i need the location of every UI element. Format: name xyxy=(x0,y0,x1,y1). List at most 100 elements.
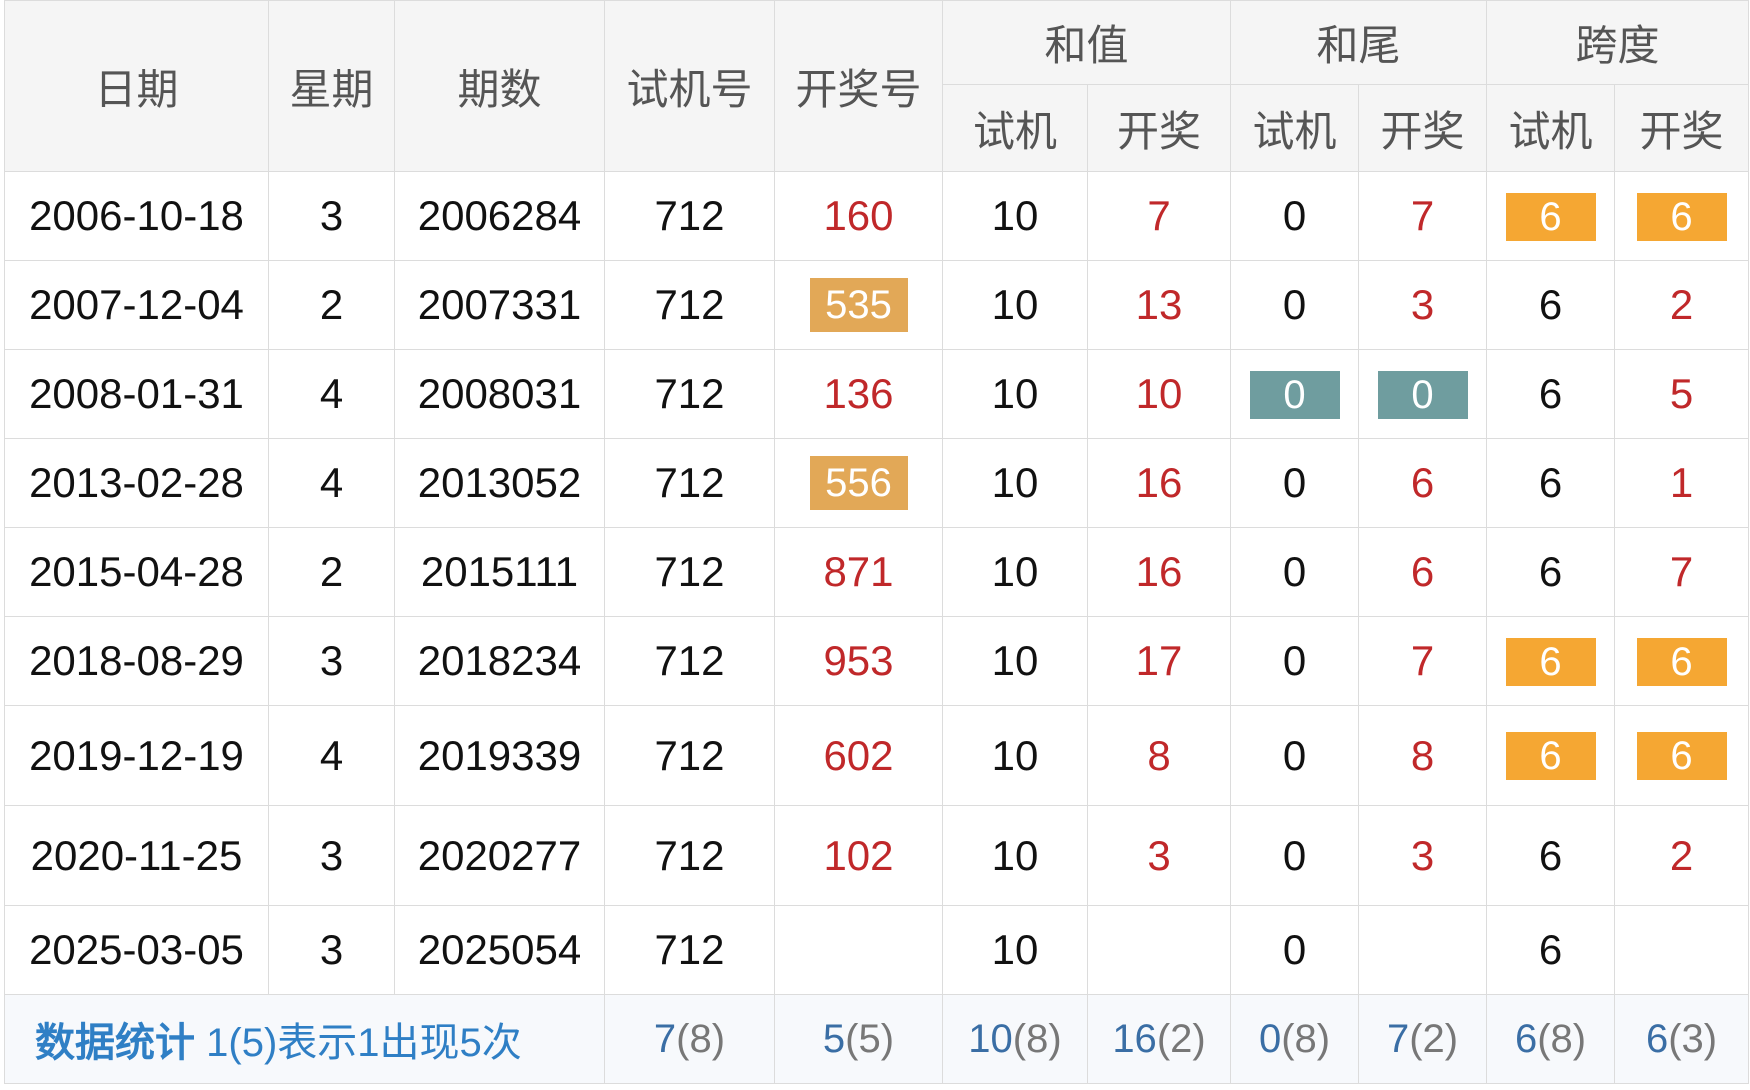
cell-tail-draw: 6 xyxy=(1358,527,1488,617)
cell-issue: 2007331 xyxy=(394,260,605,350)
cell-tail-trial: 0 xyxy=(1230,171,1360,261)
stat-count: (5) xyxy=(845,1016,895,1061)
cell-weekday: 3 xyxy=(268,805,395,906)
cell-sum-trial: 10 xyxy=(942,905,1088,995)
cell-weekday: 3 xyxy=(268,905,395,995)
tail-match-badge: 0 xyxy=(1249,370,1340,419)
cell-date: 2019-12-19 xyxy=(4,705,269,806)
stat-value: 6 xyxy=(1645,1016,1669,1061)
cell-sum-trial: 10 xyxy=(942,527,1088,617)
table-row: 2018-08-29 3 2018234 712 953 10 17 0 7 6… xyxy=(4,616,1750,706)
cell-sum-draw: 16 xyxy=(1086,527,1232,617)
stat-count: (2) xyxy=(1409,1016,1459,1061)
cell-tail-trial: 0 xyxy=(1230,616,1360,706)
cell-sum-draw: 16 xyxy=(1086,438,1232,528)
header-trial: 试机号 xyxy=(604,0,775,172)
table-body: 2006-10-18 3 2006284 712 160 10 7 0 7 6 … xyxy=(4,171,1750,995)
cell-span-draw: 1 xyxy=(1614,438,1750,528)
cell-issue: 2006284 xyxy=(394,171,605,261)
cell-draw: 871 xyxy=(774,527,943,617)
cell-weekday: 2 xyxy=(268,527,395,617)
cell-span-trial: 6 xyxy=(1486,171,1616,261)
table-row: 2008-01-31 4 2008031 712 136 10 10 0 0 6… xyxy=(4,349,1750,439)
stat-value: 6 xyxy=(1514,1016,1538,1061)
table-row: 2007-12-04 2 2007331 712 535 10 13 0 3 6… xyxy=(4,260,1750,350)
cell-issue: 2018234 xyxy=(394,616,605,706)
cell-date: 2015-04-28 xyxy=(4,527,269,617)
cell-weekday: 3 xyxy=(268,171,395,261)
stats-note: 1(5)表示1出现5次 xyxy=(206,1021,522,1065)
cell-sum-trial: 10 xyxy=(942,260,1088,350)
cell-issue: 2025054 xyxy=(394,905,605,995)
cell-tail-draw: 8 xyxy=(1358,705,1488,806)
cell-tail-draw: 3 xyxy=(1358,260,1488,350)
cell-tail-draw: 3 xyxy=(1358,805,1488,906)
stat-count: (8) xyxy=(1537,1016,1587,1061)
cell-tail-draw: 0 xyxy=(1358,349,1488,439)
cell-weekday: 4 xyxy=(268,349,395,439)
cell-trial: 712 xyxy=(604,805,775,906)
header-draw: 开奖号 xyxy=(774,0,943,172)
stat-tail-trial: 0(8) xyxy=(1230,994,1360,1084)
cell-date: 2018-08-29 xyxy=(4,616,269,706)
cell-tail-trial: 0 xyxy=(1230,805,1360,906)
cell-tail-draw: 6 xyxy=(1358,438,1488,528)
table-row: 2006-10-18 3 2006284 712 160 10 7 0 7 6 … xyxy=(4,171,1750,261)
cell-sum-trial: 10 xyxy=(942,705,1088,806)
span-match-badge: 6 xyxy=(1636,637,1727,686)
cell-sum-draw: 10 xyxy=(1086,349,1232,439)
stat-value: 7 xyxy=(1386,1016,1410,1061)
cell-trial: 712 xyxy=(604,260,775,350)
cell-issue: 2019339 xyxy=(394,705,605,806)
header-span-trial: 试机 xyxy=(1486,84,1616,172)
stats-footer: 数据统计 1(5)表示1出现5次 7(8) 5(5) 10(8) 16(2) 0… xyxy=(4,994,1750,1084)
cell-span-draw: 7 xyxy=(1614,527,1750,617)
stat-span-trial: 6(8) xyxy=(1486,994,1616,1084)
stat-value: 16 xyxy=(1112,1016,1157,1061)
cell-span-trial: 6 xyxy=(1486,260,1616,350)
span-match-badge: 6 xyxy=(1636,732,1727,780)
cell-trial: 712 xyxy=(604,171,775,261)
cell-issue: 2008031 xyxy=(394,349,605,439)
stat-count: (8) xyxy=(1281,1016,1331,1061)
cell-draw xyxy=(774,905,943,995)
cell-span-draw: 6 xyxy=(1614,171,1750,261)
stat-span-draw: 6(3) xyxy=(1614,994,1750,1084)
table-row: 2019-12-19 4 2019339 712 602 10 8 0 8 6 … xyxy=(4,705,1750,806)
cell-tail-trial: 0 xyxy=(1230,905,1360,995)
cell-sum-trial: 10 xyxy=(942,438,1088,528)
cell-sum-draw: 17 xyxy=(1086,616,1232,706)
cell-sum-trial: 10 xyxy=(942,805,1088,906)
cell-draw: 136 xyxy=(774,349,943,439)
stat-value: 7 xyxy=(653,1016,677,1061)
stat-sum-draw: 16(2) xyxy=(1086,994,1232,1084)
cell-span-draw: 2 xyxy=(1614,260,1750,350)
cell-tail-draw: 7 xyxy=(1358,616,1488,706)
cell-tail-trial: 0 xyxy=(1230,260,1360,350)
draw-badge: 535 xyxy=(809,278,908,332)
tail-match-badge: 0 xyxy=(1377,370,1468,419)
cell-draw: 102 xyxy=(774,805,943,906)
cell-tail-trial: 0 xyxy=(1230,349,1360,439)
cell-span-trial: 6 xyxy=(1486,616,1616,706)
stats-title-link[interactable]: 数据统计 xyxy=(35,1021,195,1065)
header-span-group: 跨度 xyxy=(1486,0,1750,85)
header-span-draw: 开奖 xyxy=(1614,84,1750,172)
cell-span-trial: 6 xyxy=(1486,527,1616,617)
cell-span-trial: 6 xyxy=(1486,705,1616,806)
header-issue: 期数 xyxy=(394,0,605,172)
stat-tail-draw: 7(2) xyxy=(1358,994,1488,1084)
stat-count: (8) xyxy=(676,1016,726,1061)
cell-span-draw: 2 xyxy=(1614,805,1750,906)
header-sum-trial: 试机 xyxy=(942,84,1088,172)
header-tail-draw: 开奖 xyxy=(1358,84,1488,172)
cell-weekday: 3 xyxy=(268,616,395,706)
lottery-trial-table: 日期 星期 期数 试机号 开奖号 和值 和尾 跨度 试机 开奖 试机 开奖 试机… xyxy=(4,0,1750,1084)
cell-trial: 712 xyxy=(604,705,775,806)
cell-date: 2006-10-18 xyxy=(4,171,269,261)
cell-sum-trial: 10 xyxy=(942,349,1088,439)
trial-draw-table: 日期 星期 期数 试机号 开奖号 和值 和尾 跨度 试机 开奖 试机 开奖 试机… xyxy=(4,0,1750,1084)
header-tail-trial: 试机 xyxy=(1230,84,1360,172)
table-row: 2025-03-05 3 2025054 712 10 0 6 xyxy=(4,905,1750,995)
cell-weekday: 2 xyxy=(268,260,395,350)
